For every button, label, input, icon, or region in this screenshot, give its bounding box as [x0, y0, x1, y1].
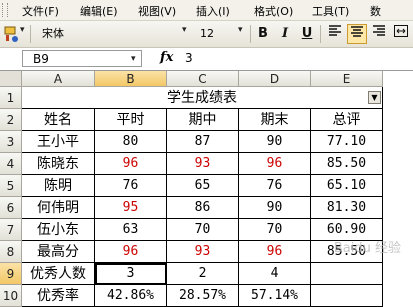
data-cell[interactable]: 96 [95, 241, 167, 263]
row-header-7[interactable]: 7 [0, 219, 22, 241]
menu-view[interactable]: 视图(V) [138, 3, 176, 19]
column-header-c[interactable]: C [167, 71, 239, 87]
data-cell[interactable]: 28.57% [167, 285, 239, 307]
data-cell[interactable]: 63 [95, 219, 167, 241]
font-dropdown-icon[interactable]: ▾ [182, 25, 187, 35]
column-header-a[interactable]: A [22, 71, 95, 87]
row-label-cell[interactable]: 陈晓东 [22, 153, 95, 175]
header-cell[interactable]: 姓名 [22, 109, 95, 131]
data-cell[interactable]: 90 [239, 131, 311, 153]
toolbar-separator [320, 25, 321, 43]
toolbar-separator [30, 25, 31, 43]
align-right-icon[interactable] [369, 24, 389, 44]
data-cell[interactable]: 70 [239, 219, 311, 241]
data-cell[interactable]: 57.14% [239, 285, 311, 307]
row-label-cell[interactable]: 最高分 [22, 241, 95, 263]
row-header-5[interactable]: 5 [0, 175, 22, 197]
data-cell[interactable]: 4 [239, 263, 311, 285]
data-cell[interactable]: 76 [239, 175, 311, 197]
menu-insert[interactable]: 插入(I) [196, 3, 230, 19]
data-cell[interactable]: 85.50 [311, 153, 383, 175]
menu-bar: 文件(F) 编辑(E) 视图(V) 插入(I) 格式(O) 工具(T) 数 [0, 0, 413, 21]
select-all-corner[interactable] [0, 71, 22, 87]
data-cell[interactable]: 70 [167, 219, 239, 241]
paint-dropdown-icon[interactable]: ▾ [20, 25, 25, 35]
align-center-icon[interactable] [347, 24, 367, 44]
toolbar-separator [250, 25, 251, 43]
menu-format[interactable]: 格式(O) [254, 3, 293, 19]
data-cell[interactable]: 87 [167, 131, 239, 153]
italic-button[interactable]: I [275, 24, 295, 44]
data-cell[interactable]: 42.86% [95, 285, 167, 307]
row-header-2[interactable]: 2 [0, 109, 22, 131]
font-name-select[interactable]: 宋体 [38, 25, 188, 42]
data-cell[interactable]: 65 [167, 175, 239, 197]
column-header-e[interactable]: E [311, 71, 383, 87]
data-cell[interactable]: 93 [167, 241, 239, 263]
data-cell[interactable]: 77.10 [311, 131, 383, 153]
row-header-6[interactable]: 6 [0, 197, 22, 219]
menu-tools[interactable]: 工具(T) [312, 3, 349, 19]
menu-file[interactable]: 文件(F) [22, 3, 59, 19]
data-cell[interactable]: 65.10 [311, 175, 383, 197]
formula-input[interactable]: 3 [185, 51, 193, 65]
data-cell[interactable]: 95 [95, 197, 167, 219]
merge-center-icon[interactable] [391, 24, 411, 44]
watermark-icon: Baidu 经验 [333, 241, 401, 256]
name-box[interactable]: B9 [22, 50, 142, 67]
data-cell[interactable]: 3 [95, 263, 167, 285]
data-cell[interactable]: 80 [95, 131, 167, 153]
formatting-toolbar: ▾ 宋体 ▾ 12 ▾ B I U [0, 21, 413, 48]
bold-button[interactable]: B [253, 24, 273, 44]
row-label-cell[interactable]: 伍小东 [22, 219, 95, 241]
data-cell[interactable]: 93 [167, 153, 239, 175]
paint-icon[interactable] [2, 25, 20, 43]
row-header-4[interactable]: 4 [0, 153, 22, 175]
data-cell[interactable]: 86 [167, 197, 239, 219]
menu-data[interactable]: 数 [370, 3, 381, 19]
row-header-8[interactable]: 8 [0, 241, 22, 263]
row-label-cell[interactable]: 何伟明 [22, 197, 95, 219]
sheet-title[interactable]: 学生成绩表 [22, 87, 383, 109]
row-header-1[interactable]: 1 [0, 87, 22, 109]
header-cell[interactable]: 期中 [167, 109, 239, 131]
row-header-9[interactable]: 9 [0, 263, 22, 285]
data-cell[interactable]: 76 [95, 175, 167, 197]
header-cell[interactable]: 平时 [95, 109, 167, 131]
data-cell[interactable]: 96 [239, 153, 311, 175]
autofilter-dropdown-icon[interactable]: ▼ [368, 91, 381, 104]
row-label-cell[interactable]: 陈明 [22, 175, 95, 197]
column-header-d[interactable]: D [239, 71, 311, 87]
data-cell[interactable] [311, 263, 383, 285]
row-label-cell[interactable]: 王小平 [22, 131, 95, 153]
function-icon[interactable]: fx [160, 50, 173, 65]
formula-bar: B9 ▾ fx 3 [0, 48, 413, 71]
header-cell[interactable]: 总评 [311, 109, 383, 131]
data-cell[interactable]: 81.30 [311, 197, 383, 219]
align-left-icon[interactable] [325, 24, 345, 44]
row-label-cell[interactable]: 优秀人数 [22, 263, 95, 285]
data-cell[interactable]: 2 [167, 263, 239, 285]
size-dropdown-icon[interactable]: ▾ [238, 25, 243, 35]
row-label-cell[interactable]: 优秀率 [22, 285, 95, 307]
name-box-dropdown-icon[interactable]: ▾ [131, 54, 136, 64]
header-cell[interactable]: 期末 [239, 109, 311, 131]
row-header-10[interactable]: 10 [0, 285, 22, 307]
data-cell[interactable]: 96 [239, 241, 311, 263]
data-cell[interactable]: 90 [239, 197, 311, 219]
menu-grip[interactable] [2, 3, 8, 17]
data-cell[interactable] [311, 285, 383, 307]
underline-button[interactable]: U [297, 24, 317, 44]
data-cell[interactable]: 96 [95, 153, 167, 175]
menu-edit[interactable]: 编辑(E) [80, 3, 118, 19]
column-header-b[interactable]: B [95, 71, 167, 87]
row-header-3[interactable]: 3 [0, 131, 22, 153]
